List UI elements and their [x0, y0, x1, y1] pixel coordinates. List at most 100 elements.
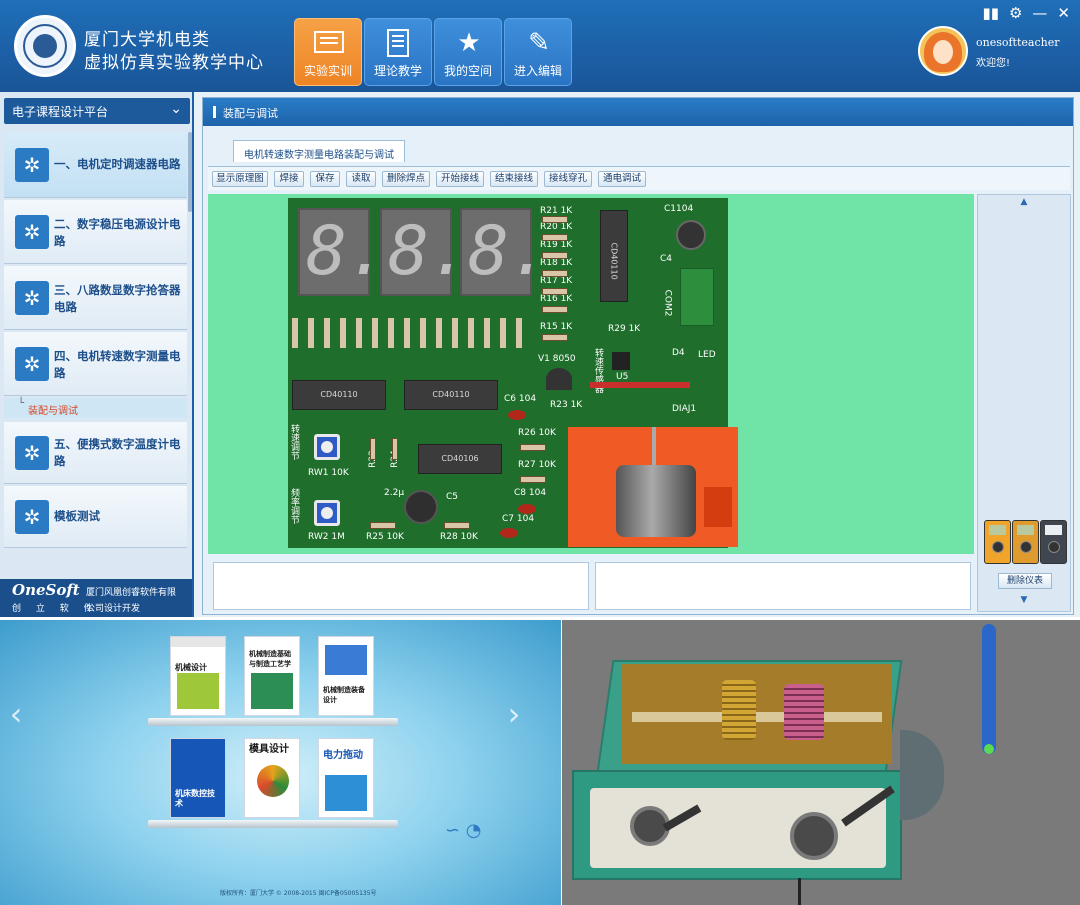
nav-label: 我的空间: [443, 64, 492, 78]
ic-chip-vertical[interactable]: CD40110: [600, 210, 628, 302]
sidebar-item-1[interactable]: ✲ 一、电机定时调速器电路: [4, 132, 187, 198]
nav-theory-teaching[interactable]: 理论教学: [364, 18, 432, 86]
platform-dropdown[interactable]: 电子课程设计平台 ⌄: [4, 98, 190, 124]
edit-icon: ✎: [528, 28, 550, 58]
capacitor-electrolytic[interactable]: [676, 220, 706, 250]
delete-solder-button[interactable]: 删除焊点: [382, 171, 430, 187]
multimeter-orange[interactable]: [1012, 520, 1039, 564]
platform-label: 电子课程设计平台: [12, 105, 109, 119]
capacitor-ceramic[interactable]: [500, 528, 518, 538]
gear-gold[interactable]: [722, 680, 756, 740]
sidebar-scrollbar[interactable]: [188, 132, 192, 212]
chevron-right-icon[interactable]: ›: [502, 695, 526, 735]
control-bar[interactable]: [982, 624, 996, 754]
solder-button[interactable]: 焊接: [274, 171, 304, 187]
dc-motor[interactable]: [616, 465, 696, 537]
gearbox-3d-scene[interactable]: [562, 620, 1080, 905]
ic-u5[interactable]: [612, 352, 630, 370]
avatar[interactable]: [918, 26, 968, 76]
end-wiring-button[interactable]: 结束接线: [490, 171, 538, 187]
scroll-down-icon[interactable]: ▼: [978, 595, 1070, 609]
minimize-icon[interactable]: —: [1032, 4, 1047, 22]
sidebar-item-4[interactable]: ✲ 四、电机转速数字测量电路: [4, 332, 187, 396]
gear-pink[interactable]: [784, 684, 824, 740]
gearbox-shaft[interactable]: [632, 712, 882, 722]
delete-meter-button[interactable]: 删除仪表: [998, 573, 1052, 589]
nav-experiment-training[interactable]: 实验实训: [294, 18, 362, 86]
sidebar-item-6[interactable]: ✲ 模板测试: [4, 486, 187, 548]
terminal-block[interactable]: [680, 268, 714, 326]
label-c4: C4: [660, 254, 673, 264]
ic-chip-cd40106[interactable]: CD40106: [418, 444, 502, 474]
sidebar-item-label: 四、电机转速数字测量电路: [54, 349, 181, 380]
multimeter-yellow[interactable]: [984, 520, 1011, 564]
book-mechanical-design[interactable]: 机械设计: [170, 636, 226, 716]
resistor[interactable]: [542, 270, 568, 277]
nav-enter-edit[interactable]: ✎ 进入编辑: [504, 18, 572, 86]
book-title: 机械设计: [175, 663, 207, 672]
gearbox-stand: [798, 878, 801, 905]
book-equipment-design[interactable]: 机械制造装备设计: [318, 636, 374, 716]
show-schematic-button[interactable]: 显示原理图: [212, 171, 268, 187]
sidebar-item-3[interactable]: ✲ 三、八路数显数字抢答器电路: [4, 266, 187, 330]
potentiometer-rw1[interactable]: [314, 434, 340, 460]
gear-icon[interactable]: ⚙: [1009, 4, 1022, 22]
resistor-array[interactable]: [292, 318, 532, 348]
output-panel-left: [213, 562, 589, 610]
resistor[interactable]: [444, 522, 470, 529]
resistor[interactable]: [370, 522, 396, 529]
transistor[interactable]: [546, 368, 572, 390]
label-r26: R26 10K: [518, 428, 556, 438]
resistor[interactable]: [542, 252, 568, 259]
resistor[interactable]: [520, 476, 546, 483]
capacitor-ceramic[interactable]: [508, 410, 526, 420]
save-button[interactable]: 保存: [310, 171, 340, 187]
capacitor-ceramic[interactable]: [518, 504, 536, 514]
label-c8: C8 104: [514, 488, 547, 498]
wire-through-button[interactable]: 接线穿孔: [544, 171, 592, 187]
resistor[interactable]: [370, 438, 376, 460]
company-name-line2: 公司设计开发: [86, 604, 141, 614]
control-knob[interactable]: [984, 744, 994, 754]
potentiometer-rw2[interactable]: [314, 500, 340, 526]
tab-assembly-debug[interactable]: 电机转速数字测量电路装配与调试: [233, 140, 405, 162]
resistor[interactable]: [520, 444, 546, 451]
load-button[interactable]: 读取: [346, 171, 376, 187]
handwheel-right[interactable]: [790, 812, 838, 860]
seven-segment-display: 8.: [298, 208, 388, 296]
window-controls: ▮▮ ⚙ — ✕: [982, 4, 1070, 22]
resistor[interactable]: [542, 334, 568, 341]
chevron-left-icon[interactable]: ‹: [4, 695, 28, 735]
book-title: 模具设计: [249, 744, 289, 755]
ic-chip-cd40110-left[interactable]: CD40110: [292, 380, 386, 410]
onesoft-logo: OneSoft: [12, 581, 80, 599]
nav-label: 实验实训: [303, 64, 352, 78]
sidebar-subitem-label: 装配与调试: [28, 406, 78, 417]
book-cnc-technology[interactable]: 机床数控技术: [170, 738, 226, 818]
book-electric-drive[interactable]: 电力拖动: [318, 738, 374, 818]
sensor-arm[interactable]: [590, 382, 690, 388]
gear-icon: ✲: [15, 347, 49, 381]
pcb-workspace[interactable]: 8. 8. 8. R21 1K R20 1K R19 1K R18 1K R17…: [208, 194, 974, 554]
start-wiring-button[interactable]: 开始接线: [436, 171, 484, 187]
sidebar-item-5[interactable]: ✲ 五、便携式数字温度计电路: [4, 422, 187, 484]
resistor[interactable]: [542, 288, 568, 295]
label-r28: R28 10K: [440, 532, 478, 542]
book-manufacturing-basics[interactable]: 机械制造基础与制造工艺学: [244, 636, 300, 716]
sidebar-item-2[interactable]: ✲ 二、数字稳压电源设计电路: [4, 200, 187, 264]
resistor[interactable]: [542, 216, 568, 223]
capacitor-electrolytic[interactable]: [404, 490, 438, 524]
sidebar-subitem-assembly[interactable]: └ 装配与调试: [4, 398, 187, 418]
resistor[interactable]: [392, 438, 398, 460]
resistor[interactable]: [542, 306, 568, 313]
analog-meter[interactable]: [1040, 520, 1067, 564]
close-icon[interactable]: ✕: [1057, 4, 1070, 22]
book-icon[interactable]: ▮▮: [982, 4, 999, 22]
motor-assembly[interactable]: [568, 427, 738, 547]
nav-my-space[interactable]: ★ 我的空间: [434, 18, 502, 86]
resistor[interactable]: [542, 234, 568, 241]
book-mold-design[interactable]: 模具设计: [244, 738, 300, 818]
scroll-up-icon[interactable]: ▲: [978, 197, 1070, 211]
power-debug-button[interactable]: 通电调试: [598, 171, 646, 187]
ic-chip-cd40110-mid[interactable]: CD40110: [404, 380, 498, 410]
